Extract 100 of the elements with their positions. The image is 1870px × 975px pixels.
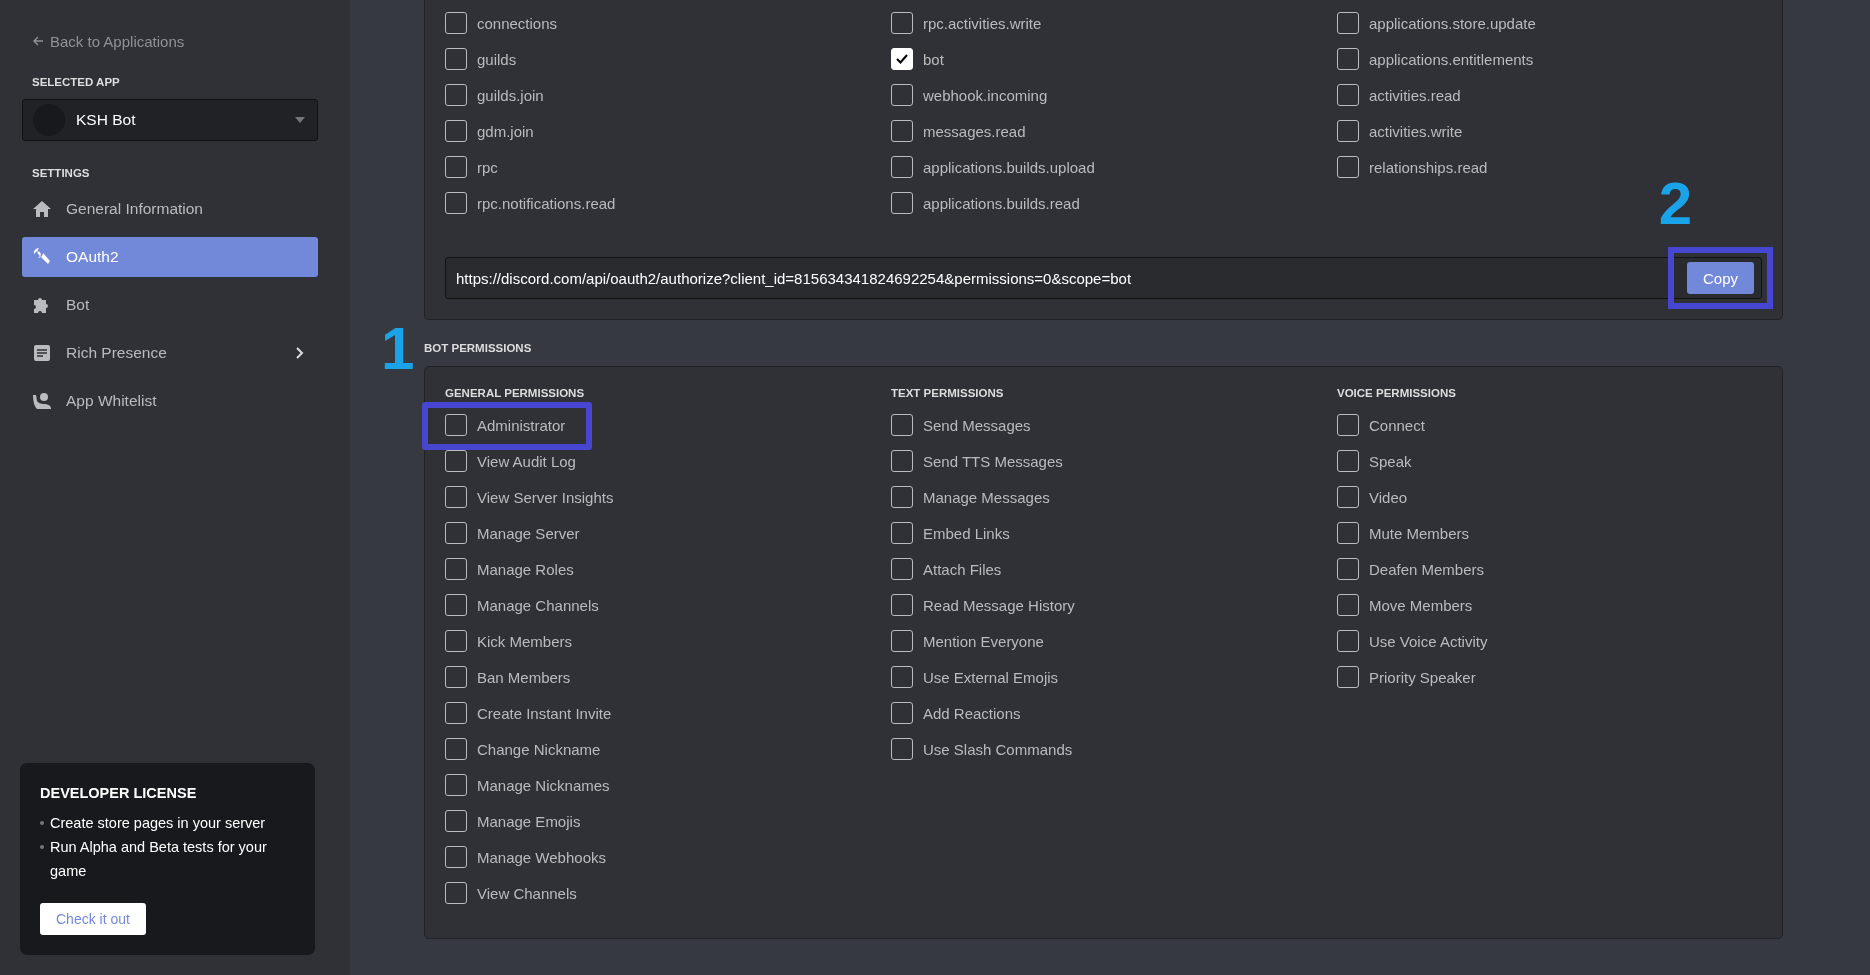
checkbox[interactable] — [445, 84, 467, 106]
permission-label: Attach Files — [923, 560, 1002, 578]
permission-label: Send TTS Messages — [923, 452, 1063, 470]
document-icon — [32, 343, 52, 363]
checkbox[interactable] — [445, 846, 467, 868]
annotation-number: 1 — [381, 319, 415, 379]
scope-label: messages.read — [923, 122, 1026, 140]
checkbox[interactable] — [891, 156, 913, 178]
bullet-dot-icon — [40, 845, 44, 849]
checkbox[interactable] — [445, 774, 467, 796]
checkbox[interactable] — [1337, 558, 1359, 580]
permission-label: Deafen Members — [1369, 560, 1485, 578]
checkbox[interactable] — [891, 666, 913, 688]
checkbox[interactable] — [1337, 522, 1359, 544]
checkbox[interactable] — [891, 450, 913, 472]
checkbox[interactable] — [1337, 450, 1359, 472]
permission-label: View Audit Log — [477, 452, 576, 470]
url-field[interactable]: https://discord.com/api/oauth2/authorize?client_id=815634341824692254&permissions=0&scope=bot — [446, 269, 1679, 287]
scope-label: rpc.notifications.read — [477, 194, 616, 212]
checkbox[interactable] — [891, 12, 913, 34]
checkbox[interactable] — [891, 414, 913, 436]
home-icon — [32, 200, 52, 218]
scope-label: rpc.activities.write — [923, 14, 1042, 32]
permission-label: Add Reactions — [923, 704, 1021, 722]
checkbox[interactable] — [1337, 12, 1359, 34]
checkbox[interactable] — [891, 120, 913, 142]
section-label: BOT PERMISSIONS — [424, 342, 533, 356]
checkbox[interactable] — [1337, 630, 1359, 652]
left-arrow-icon — [32, 35, 44, 47]
permission-label: Use Slash Commands — [923, 740, 1073, 758]
checkbox[interactable] — [445, 738, 467, 760]
checkbox[interactable] — [445, 702, 467, 724]
checkbox[interactable] — [445, 522, 467, 544]
checkbox[interactable] — [1337, 120, 1359, 142]
checkbox[interactable] — [891, 702, 913, 724]
checkbox[interactable] — [1337, 48, 1359, 70]
nav-item[interactable]: General Information — [22, 189, 318, 229]
checkbox[interactable] — [445, 12, 467, 34]
permission-label: View Server Insights — [477, 488, 614, 506]
annotation-number: 2 — [1658, 174, 1692, 234]
permission-label: Mute Members — [1369, 524, 1470, 542]
group-heading: TEXT PERMISSIONS — [891, 387, 1005, 401]
scope-label: applications.entitlements — [1369, 50, 1534, 68]
nav-item[interactable]: App Whitelist — [22, 381, 318, 421]
permission-label: Manage Server — [477, 524, 580, 542]
permission-label: Use Voice Activity — [1369, 632, 1488, 650]
checkbox[interactable] — [1337, 414, 1359, 436]
checkbox[interactable] — [891, 630, 913, 652]
section-label: SELECTED APP — [32, 76, 121, 90]
scope-label: bot — [923, 50, 944, 68]
scope-label: activities.read — [1369, 86, 1461, 104]
checkbox[interactable] — [891, 192, 913, 214]
group-heading: GENERAL PERMISSIONS — [445, 387, 586, 401]
permission-label: View Channels — [477, 884, 577, 902]
checkbox[interactable] — [1337, 486, 1359, 508]
app-dropdown[interactable]: KSH Bot — [22, 99, 318, 141]
permission-label: Manage Messages — [923, 488, 1050, 506]
checkbox[interactable] — [445, 48, 467, 70]
checkbox[interactable] — [445, 810, 467, 832]
checkbox[interactable] — [1337, 156, 1359, 178]
permission-label: Change Nickname — [477, 740, 601, 758]
checkbox[interactable] — [445, 882, 467, 904]
back-link-text: Back to Applications — [50, 32, 185, 50]
caret-icon — [295, 117, 305, 123]
checkbox[interactable] — [891, 486, 913, 508]
scope-label: webhook.incoming — [923, 86, 1048, 104]
checkbox[interactable] — [891, 738, 913, 760]
checkbox[interactable] — [445, 450, 467, 472]
checkbox[interactable] — [445, 486, 467, 508]
bullet-text: Run Alpha and Beta tests for your game — [50, 838, 268, 881]
checkbox[interactable] — [445, 156, 467, 178]
checkbox[interactable] — [891, 558, 913, 580]
check-icon — [895, 52, 909, 66]
checkbox[interactable] — [891, 594, 913, 616]
checkbox[interactable] — [445, 120, 467, 142]
scope-label: rpc — [477, 158, 498, 176]
scope-label: guilds — [477, 50, 517, 68]
permission-label: Manage Nicknames — [477, 776, 610, 794]
checkbox[interactable] — [1337, 666, 1359, 688]
checkbox[interactable] — [445, 666, 467, 688]
checkbox[interactable] — [445, 414, 467, 436]
checkbox[interactable] — [445, 594, 467, 616]
checkbox[interactable] — [445, 630, 467, 652]
nav-item[interactable]: Bot — [22, 285, 318, 325]
permission-label: Connect — [1369, 416, 1425, 434]
scope-label: activities.write — [1369, 122, 1463, 140]
group-heading: VOICE PERMISSIONS — [1337, 387, 1457, 401]
checkbox[interactable] — [1337, 594, 1359, 616]
nav-item[interactable]: Rich Presence — [22, 333, 318, 373]
checkbox[interactable] — [445, 192, 467, 214]
scope-label: applications.builds.upload — [923, 158, 1095, 176]
checkbox[interactable] — [891, 84, 913, 106]
back-link[interactable]: Back to Applications — [32, 32, 318, 50]
permission-label: Kick Members — [477, 632, 573, 650]
section-label: SETTINGS — [32, 167, 91, 181]
checkbox[interactable] — [445, 558, 467, 580]
permission-label: Use External Emojis — [923, 668, 1059, 686]
scope-label: applications.store.update — [1369, 14, 1536, 32]
checkbox[interactable] — [1337, 84, 1359, 106]
checkbox[interactable] — [891, 522, 913, 544]
